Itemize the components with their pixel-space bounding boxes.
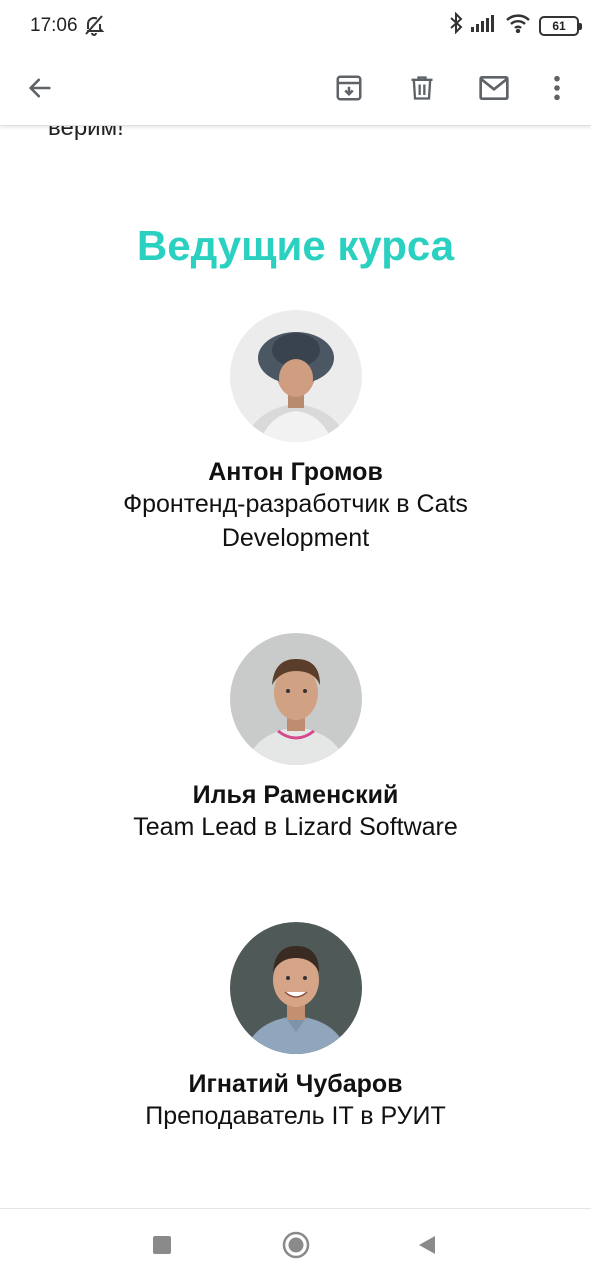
- instructor-name: Антон Громов: [208, 458, 383, 486]
- mark-unread-button[interactable]: [470, 64, 518, 112]
- status-bar: 17:06 61: [0, 0, 591, 52]
- instructor-avatar: [229, 633, 362, 765]
- instructor-avatar: [229, 922, 362, 1054]
- signal-icon: [471, 13, 497, 38]
- section-title: Ведущие курса: [136, 222, 455, 269]
- battery-icon: 61: [539, 15, 582, 36]
- system-nav-bar: [0, 1208, 591, 1280]
- instructor-card: Игнатий Чубаров Преподаватель IT в РУИТ: [0, 922, 591, 1133]
- status-time: 17:06: [30, 15, 78, 36]
- back-arrow-icon: [29, 78, 51, 98]
- mute-icon: [82, 13, 106, 42]
- back-icon: [419, 1236, 435, 1254]
- instructor-role: Team Lead в Lizard Software: [133, 813, 458, 841]
- wifi-icon: [505, 13, 531, 38]
- email-toolbar: [0, 52, 591, 126]
- recents-icon: [153, 1236, 171, 1254]
- recents-button[interactable]: [142, 1225, 182, 1265]
- instructor-name: Игнатий Чубаров: [188, 1070, 403, 1098]
- instructor-avatar: [229, 310, 362, 442]
- nav-back-button[interactable]: [407, 1225, 447, 1265]
- home-icon: [282, 1231, 310, 1259]
- instructor-name: Илья Раменский: [192, 781, 399, 809]
- instructor-card: Илья Раменский Team Lead в Lizard Softwa…: [0, 633, 591, 844]
- archive-icon: [336, 75, 362, 101]
- more-vert-icon: [554, 75, 560, 101]
- instructor-role: Фронтенд-разработчик в Cats Development: [123, 490, 468, 552]
- instructor-role: Преподаватель IT в РУИТ: [145, 1102, 446, 1130]
- battery-level: 61: [552, 18, 566, 33]
- instructor-card: Антон Громов Фронтенд-разработчик в Cats…: [0, 310, 591, 555]
- delete-icon: [411, 76, 433, 100]
- back-button[interactable]: [16, 64, 64, 112]
- cut-off-text: верим!: [48, 126, 124, 141]
- mark-unread-icon: [479, 76, 509, 100]
- bluetooth-icon: [449, 11, 463, 39]
- delete-button[interactable]: [398, 64, 446, 112]
- more-options-button[interactable]: [533, 64, 581, 112]
- home-button[interactable]: [276, 1225, 316, 1265]
- archive-button[interactable]: [325, 64, 373, 112]
- email-body: верим! Ведущие курса Антон Громов Фронте…: [0, 126, 591, 1208]
